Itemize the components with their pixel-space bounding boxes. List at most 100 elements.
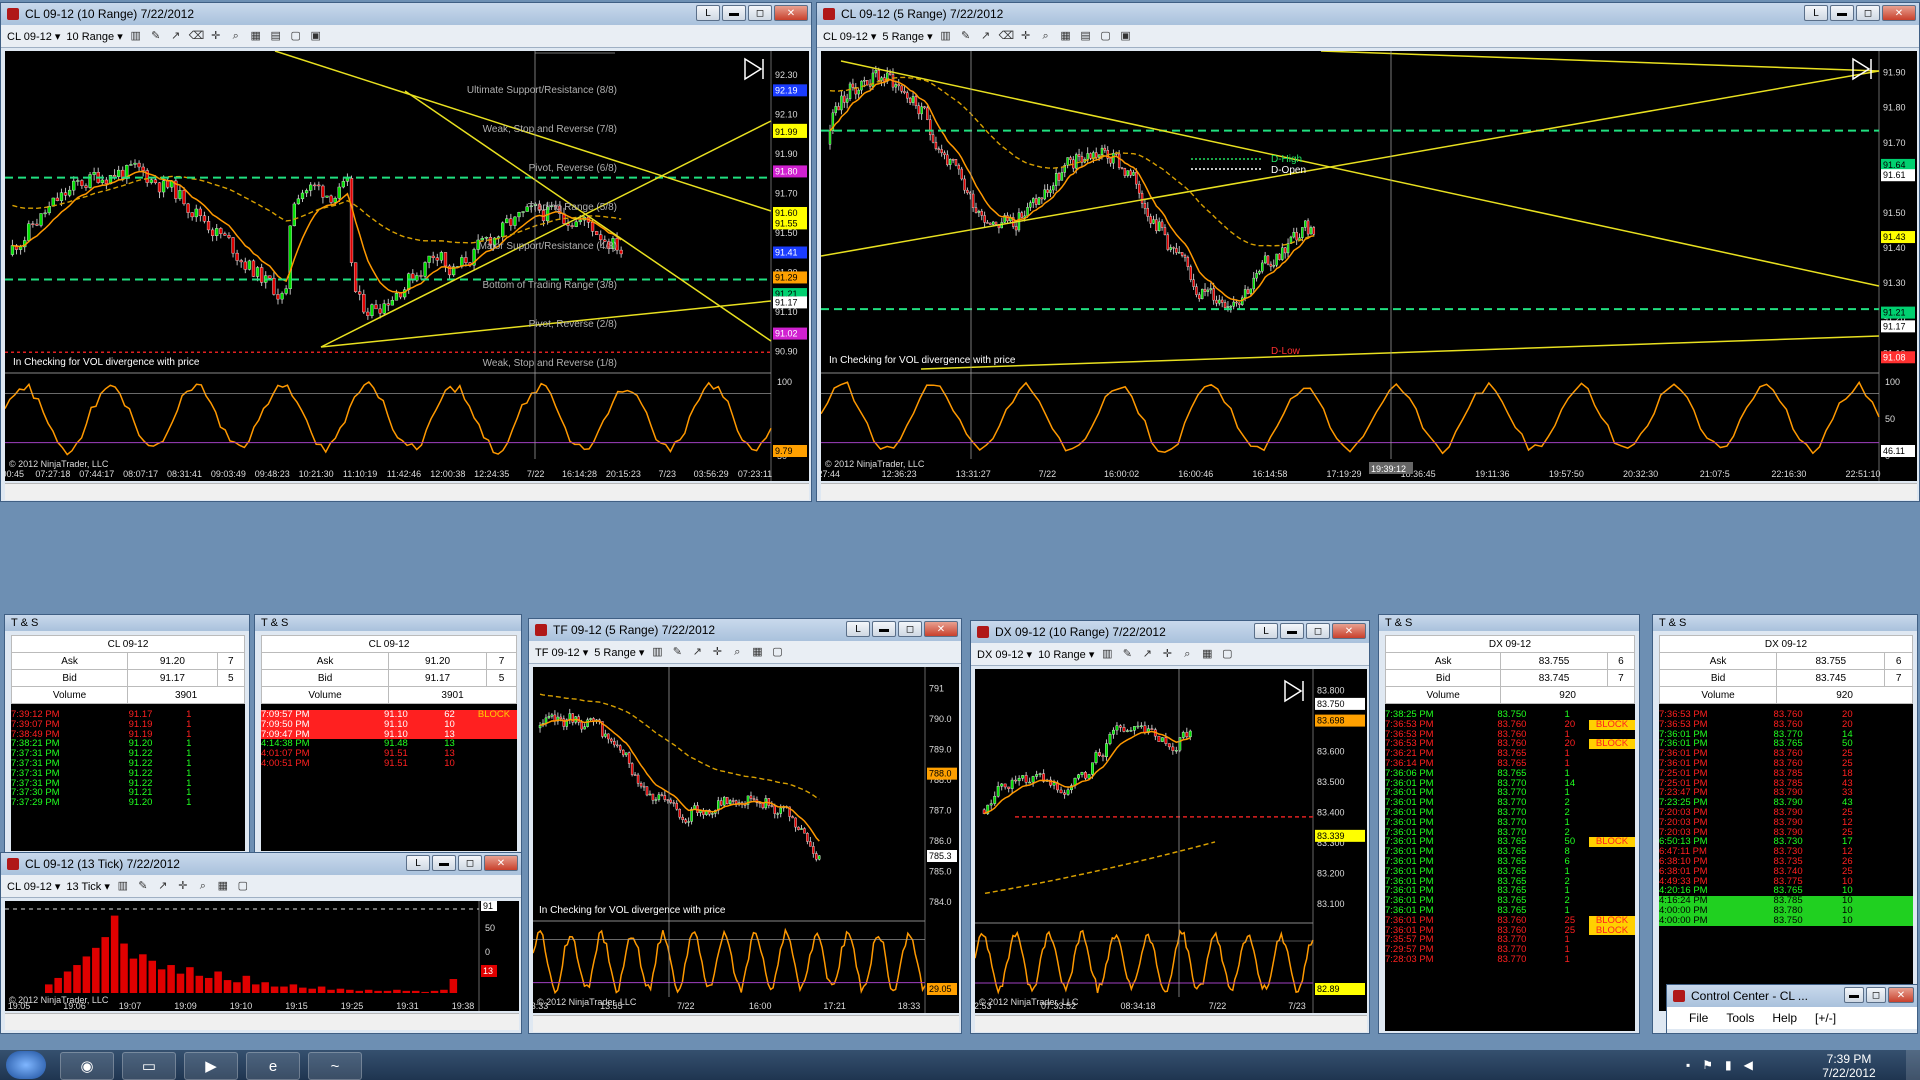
chrome-icon[interactable]: ◉ xyxy=(60,1052,114,1080)
strategies-icon[interactable]: ▤ xyxy=(269,29,283,43)
link-button[interactable]: L xyxy=(696,5,720,21)
link-button[interactable]: L xyxy=(1804,5,1828,21)
data-box-icon[interactable]: ▣ xyxy=(1119,29,1133,43)
close-button[interactable]: ✕ xyxy=(924,621,958,637)
crosshair-icon[interactable]: ✛ xyxy=(1160,647,1174,661)
volume-icon[interactable]: ◀ xyxy=(1744,1058,1753,1072)
instrument-selector[interactable]: CL 09-12 ▾ xyxy=(7,30,60,43)
indicators-icon[interactable]: ▦ xyxy=(249,29,263,43)
menu-file[interactable]: File xyxy=(1689,1011,1708,1025)
interval-selector[interactable]: 10 Range ▾ xyxy=(66,30,122,43)
interval-selector[interactable]: 10 Range ▾ xyxy=(1038,648,1094,661)
indicators-icon[interactable]: ▦ xyxy=(1200,647,1214,661)
link-button[interactable]: L xyxy=(846,621,870,637)
price-chart[interactable]: 92.3092.1091.9091.7091.5091.3091.1090.90… xyxy=(5,51,809,481)
draw-tools-icon[interactable]: ↗ xyxy=(169,29,183,43)
instrument-selector[interactable]: DX 09-12 ▾ xyxy=(977,648,1032,661)
titlebar[interactable]: CL 09-12 (10 Range) 7/22/2012 L ▬ ◻ ✕ xyxy=(1,3,811,25)
titlebar[interactable]: TF 09-12 (5 Range) 7/22/2012 L ▬ ◻ ✕ xyxy=(529,619,961,641)
crosshair-icon[interactable]: ✛ xyxy=(710,645,724,659)
zoom-icon[interactable]: ⌕ xyxy=(196,879,210,893)
titlebar[interactable]: CL 09-12 (13 Tick) 7/22/2012 L ▬ ◻ ✕ xyxy=(1,853,521,875)
instrument-selector[interactable]: CL 09-12 ▾ xyxy=(823,30,876,43)
bars-icon[interactable]: ▥ xyxy=(650,645,664,659)
link-button[interactable]: L xyxy=(406,855,430,871)
minimize-button[interactable]: ▬ xyxy=(1844,987,1864,1003)
eraser-icon[interactable]: ⌫ xyxy=(999,29,1015,43)
indicators-icon[interactable]: ▦ xyxy=(216,879,230,893)
interval-selector[interactable]: 13 Tick ▾ xyxy=(66,880,109,893)
minimize-button[interactable]: ▬ xyxy=(432,855,456,871)
maximize-button[interactable]: ◻ xyxy=(1306,623,1330,639)
properties-icon[interactable]: ▢ xyxy=(1099,29,1113,43)
chart-scrollbar[interactable] xyxy=(5,483,809,500)
show-desktop-button[interactable] xyxy=(1906,1050,1920,1080)
pencil-icon[interactable]: ✎ xyxy=(149,29,163,43)
interval-selector[interactable]: 5 Range ▾ xyxy=(882,30,932,43)
zoom-icon[interactable]: ⌕ xyxy=(1039,29,1053,43)
interval-selector[interactable]: 5 Range ▾ xyxy=(594,646,644,659)
chart-scrollbar[interactable] xyxy=(975,1015,1367,1032)
menu-expand[interactable]: [+/-] xyxy=(1815,1011,1836,1025)
close-button[interactable]: ✕ xyxy=(1888,987,1914,1003)
maximize-button[interactable]: ◻ xyxy=(748,5,772,21)
flag-icon[interactable]: ⚑ xyxy=(1702,1058,1713,1072)
volume-chart[interactable]: 50 0 91 13 © 2012 NinjaTrader, LLC 19:05 19:06… xyxy=(5,901,519,1011)
chart-scrollbar[interactable] xyxy=(533,1015,959,1032)
data-box-icon[interactable]: ▣ xyxy=(309,29,323,43)
minimize-button[interactable]: ▬ xyxy=(1280,623,1304,639)
titlebar[interactable]: T & S xyxy=(1379,615,1639,631)
crosshair-icon[interactable]: ✛ xyxy=(1019,29,1033,43)
titlebar[interactable]: T & S xyxy=(1653,615,1917,631)
chart-scrollbar[interactable] xyxy=(5,1013,519,1030)
pencil-icon[interactable]: ✎ xyxy=(136,879,150,893)
maximize-button[interactable]: ◻ xyxy=(458,855,482,871)
price-chart[interactable]: 91.9091.8091.7091.6091.5091.4091.3091.20… xyxy=(821,51,1917,481)
close-button[interactable]: ✕ xyxy=(1882,5,1916,21)
indicators-icon[interactable]: ▦ xyxy=(750,645,764,659)
maximize-button[interactable]: ◻ xyxy=(1866,987,1886,1003)
menu-help[interactable]: Help xyxy=(1772,1011,1797,1025)
zoom-icon[interactable]: ⌕ xyxy=(730,645,744,659)
crosshair-icon[interactable]: ✛ xyxy=(209,29,223,43)
network-icon[interactable]: ▮ xyxy=(1725,1058,1732,1072)
draw-tools-icon[interactable]: ↗ xyxy=(690,645,704,659)
titlebar[interactable]: Control Center - CL ... ▬ ◻ ✕ xyxy=(1667,985,1917,1007)
titlebar[interactable]: DX 09-12 (10 Range) 7/22/2012 L ▬ ◻ ✕ xyxy=(971,621,1369,643)
start-button[interactable] xyxy=(6,1051,46,1079)
bars-icon[interactable]: ▥ xyxy=(1100,647,1114,661)
explorer-icon[interactable]: ▭ xyxy=(122,1052,176,1080)
titlebar[interactable]: T & S xyxy=(5,615,249,631)
draw-tools-icon[interactable]: ↗ xyxy=(156,879,170,893)
properties-icon[interactable]: ▢ xyxy=(236,879,250,893)
bars-icon[interactable]: ▥ xyxy=(939,29,953,43)
bars-icon[interactable]: ▥ xyxy=(116,879,130,893)
ninjatrader-icon[interactable]: ~ xyxy=(308,1052,362,1080)
indicators-icon[interactable]: ▦ xyxy=(1059,29,1073,43)
bars-icon[interactable]: ▥ xyxy=(129,29,143,43)
zoom-icon[interactable]: ⌕ xyxy=(1180,647,1194,661)
minimize-button[interactable]: ▬ xyxy=(722,5,746,21)
instrument-selector[interactable]: CL 09-12 ▾ xyxy=(7,880,60,893)
properties-icon[interactable]: ▢ xyxy=(1220,647,1234,661)
link-button[interactable]: L xyxy=(1254,623,1278,639)
maximize-button[interactable]: ◻ xyxy=(898,621,922,637)
close-button[interactable]: ✕ xyxy=(1332,623,1366,639)
instrument-selector[interactable]: TF 09-12 ▾ xyxy=(535,646,588,659)
price-chart[interactable]: 83.80083.70083.60083.50083.40083.30083.2… xyxy=(975,669,1367,1013)
pencil-icon[interactable]: ✎ xyxy=(959,29,973,43)
properties-icon[interactable]: ▢ xyxy=(770,645,784,659)
clock[interactable]: 7:39 PM 7/22/2012 xyxy=(1814,1052,1884,1080)
titlebar[interactable]: T & S xyxy=(255,615,521,631)
properties-icon[interactable]: ▢ xyxy=(289,29,303,43)
minimize-button[interactable]: ▬ xyxy=(872,621,896,637)
close-button[interactable]: ✕ xyxy=(774,5,808,21)
pencil-icon[interactable]: ✎ xyxy=(1120,647,1134,661)
zoom-icon[interactable]: ⌕ xyxy=(229,29,243,43)
crosshair-icon[interactable]: ✛ xyxy=(176,879,190,893)
strategies-icon[interactable]: ▤ xyxy=(1079,29,1093,43)
draw-tools-icon[interactable]: ↗ xyxy=(1140,647,1154,661)
eraser-icon[interactable]: ⌫ xyxy=(189,29,205,43)
chart-scrollbar[interactable] xyxy=(821,483,1917,500)
close-button[interactable]: ✕ xyxy=(484,855,518,871)
